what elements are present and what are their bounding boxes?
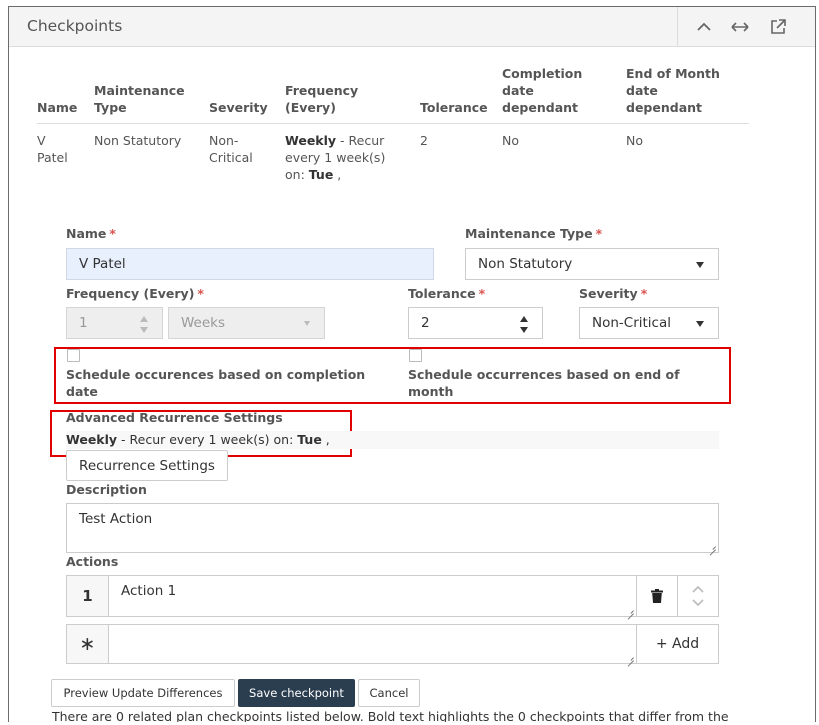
schedule-completion-label: Schedule occurences based on completion …	[66, 367, 366, 399]
save-checkpoint-button[interactable]: Save checkpoint	[238, 679, 355, 707]
col-header-tolerance: Tolerance	[420, 65, 502, 124]
cell-end-of-month-dependant: No	[626, 133, 643, 148]
frequency-type: Weekly	[285, 133, 337, 148]
advanced-frequency-day: Tue	[297, 432, 322, 447]
severity-value: Non-Critical	[592, 315, 672, 331]
advanced-recurrence-label: Advanced Recurrence Settings	[66, 410, 283, 425]
frequency-day: Tue	[308, 167, 334, 182]
spinner-icon[interactable]	[140, 315, 148, 333]
preview-update-differences-button[interactable]: Preview Update Differences	[51, 679, 235, 707]
required-mark: *	[478, 286, 486, 301]
recurrence-settings-button[interactable]: Recurrence Settings	[66, 450, 228, 481]
schedule-completion-checkbox[interactable]	[67, 349, 80, 362]
related-checkpoints-note: There are 0 related plan checkpoints lis…	[52, 709, 729, 722]
tolerance-input[interactable]: 2	[408, 307, 543, 339]
required-mark: *	[197, 286, 204, 301]
required-mark: *	[595, 226, 603, 241]
caret-down-icon	[696, 321, 704, 327]
tolerance-value: 2	[421, 315, 430, 331]
reorder-action-control[interactable]	[677, 575, 719, 617]
required-mark: *	[109, 226, 116, 241]
severity-select[interactable]: Non-Critical	[579, 307, 719, 339]
frequency-tail: ,	[333, 167, 342, 182]
caret-down-icon	[304, 321, 310, 326]
required-mark: *	[640, 286, 648, 301]
panel-title: Checkpoints	[27, 17, 123, 35]
tolerance-label: Tolerance *	[408, 286, 486, 301]
maintenance-type-select[interactable]: Non Statutory	[465, 248, 719, 280]
header-tools	[677, 7, 815, 47]
actions-label: Actions	[66, 554, 119, 569]
spinner-icon[interactable]	[520, 315, 528, 333]
cell-frequency: Weekly - Recur every 1 week(s) on: Tue ,	[285, 124, 420, 184]
table-header-row: Name Maintenance Type Severity Frequency…	[37, 65, 749, 124]
description-textarea[interactable]: Test Action	[66, 503, 719, 553]
advanced-frequency-type: Weekly	[66, 432, 118, 447]
horizontal-arrows-icon[interactable]	[728, 15, 752, 39]
description-value: Test Action	[79, 511, 153, 527]
severity-label: Severity *	[579, 286, 648, 301]
resize-grip-icon[interactable]	[708, 542, 716, 550]
resize-grip-icon[interactable]	[626, 653, 634, 661]
external-link-icon[interactable]	[766, 15, 790, 39]
checkpoint-summary-table: Name Maintenance Type Severity Frequency…	[37, 65, 749, 183]
cell-tolerance: 2	[420, 133, 428, 148]
delete-action-button[interactable]	[636, 575, 678, 617]
new-action-marker: ∗	[66, 624, 109, 664]
resize-grip-icon[interactable]	[626, 606, 634, 614]
maintenance-type-value: Non Statutory	[478, 256, 573, 272]
checkpoints-panel: Checkpoints Name Maintenance Type Severi…	[8, 6, 816, 722]
frequency-number-value: 1	[79, 315, 88, 331]
schedule-end-of-month-checkbox[interactable]	[409, 349, 422, 362]
trash-icon	[651, 589, 663, 603]
frequency-label: Frequency (Every) *	[66, 286, 204, 301]
col-header-severity: Severity	[209, 65, 285, 124]
caret-down-icon	[696, 262, 704, 268]
name-input[interactable]: V Patel	[66, 248, 434, 280]
name-label: Name *	[66, 226, 116, 241]
schedule-end-of-month-label: Schedule occurrences based on end of mon…	[408, 367, 680, 399]
col-header-name: Name	[37, 65, 94, 124]
cell-severity: Non-Critical	[209, 133, 253, 165]
panel-header: Checkpoints	[9, 7, 815, 47]
chevron-up-icon[interactable]	[692, 15, 716, 39]
description-label: Description	[66, 482, 147, 497]
col-header-maintenance-type: Maintenance Type	[94, 65, 209, 124]
cell-completion-dependant: No	[502, 133, 519, 148]
frequency-unit-select[interactable]: Weeks	[168, 307, 325, 339]
action-index: 1	[66, 575, 109, 617]
advanced-recurrence-summary: Weekly - Recur every 1 week(s) on: Tue ,	[66, 431, 719, 449]
frequency-number-input[interactable]: 1	[66, 307, 163, 339]
up-down-chevrons-icon	[692, 585, 704, 607]
table-row[interactable]: V Patel Non Statutory Non-Critical Weekl…	[37, 124, 749, 184]
cell-name: V Patel	[37, 133, 68, 165]
add-action-button[interactable]: + Add	[636, 624, 719, 664]
advanced-frequency-detail: - Recur every 1 week(s) on:	[117, 432, 298, 447]
action-value: Action 1	[121, 583, 177, 599]
col-header-end-of-month-dependant: End of Month date dependant	[626, 65, 749, 124]
action-textarea[interactable]: Action 1	[108, 575, 637, 617]
advanced-frequency-tail: ,	[321, 432, 330, 447]
col-header-frequency: Frequency (Every)	[285, 65, 420, 124]
cell-maintenance-type: Non Statutory	[94, 133, 182, 148]
maintenance-type-label: Maintenance Type *	[465, 226, 603, 241]
cancel-button[interactable]: Cancel	[358, 679, 420, 707]
frequency-unit-value: Weeks	[181, 315, 226, 331]
col-header-completion-dependant: Completion date dependant	[502, 65, 626, 124]
new-action-textarea[interactable]	[108, 624, 637, 664]
